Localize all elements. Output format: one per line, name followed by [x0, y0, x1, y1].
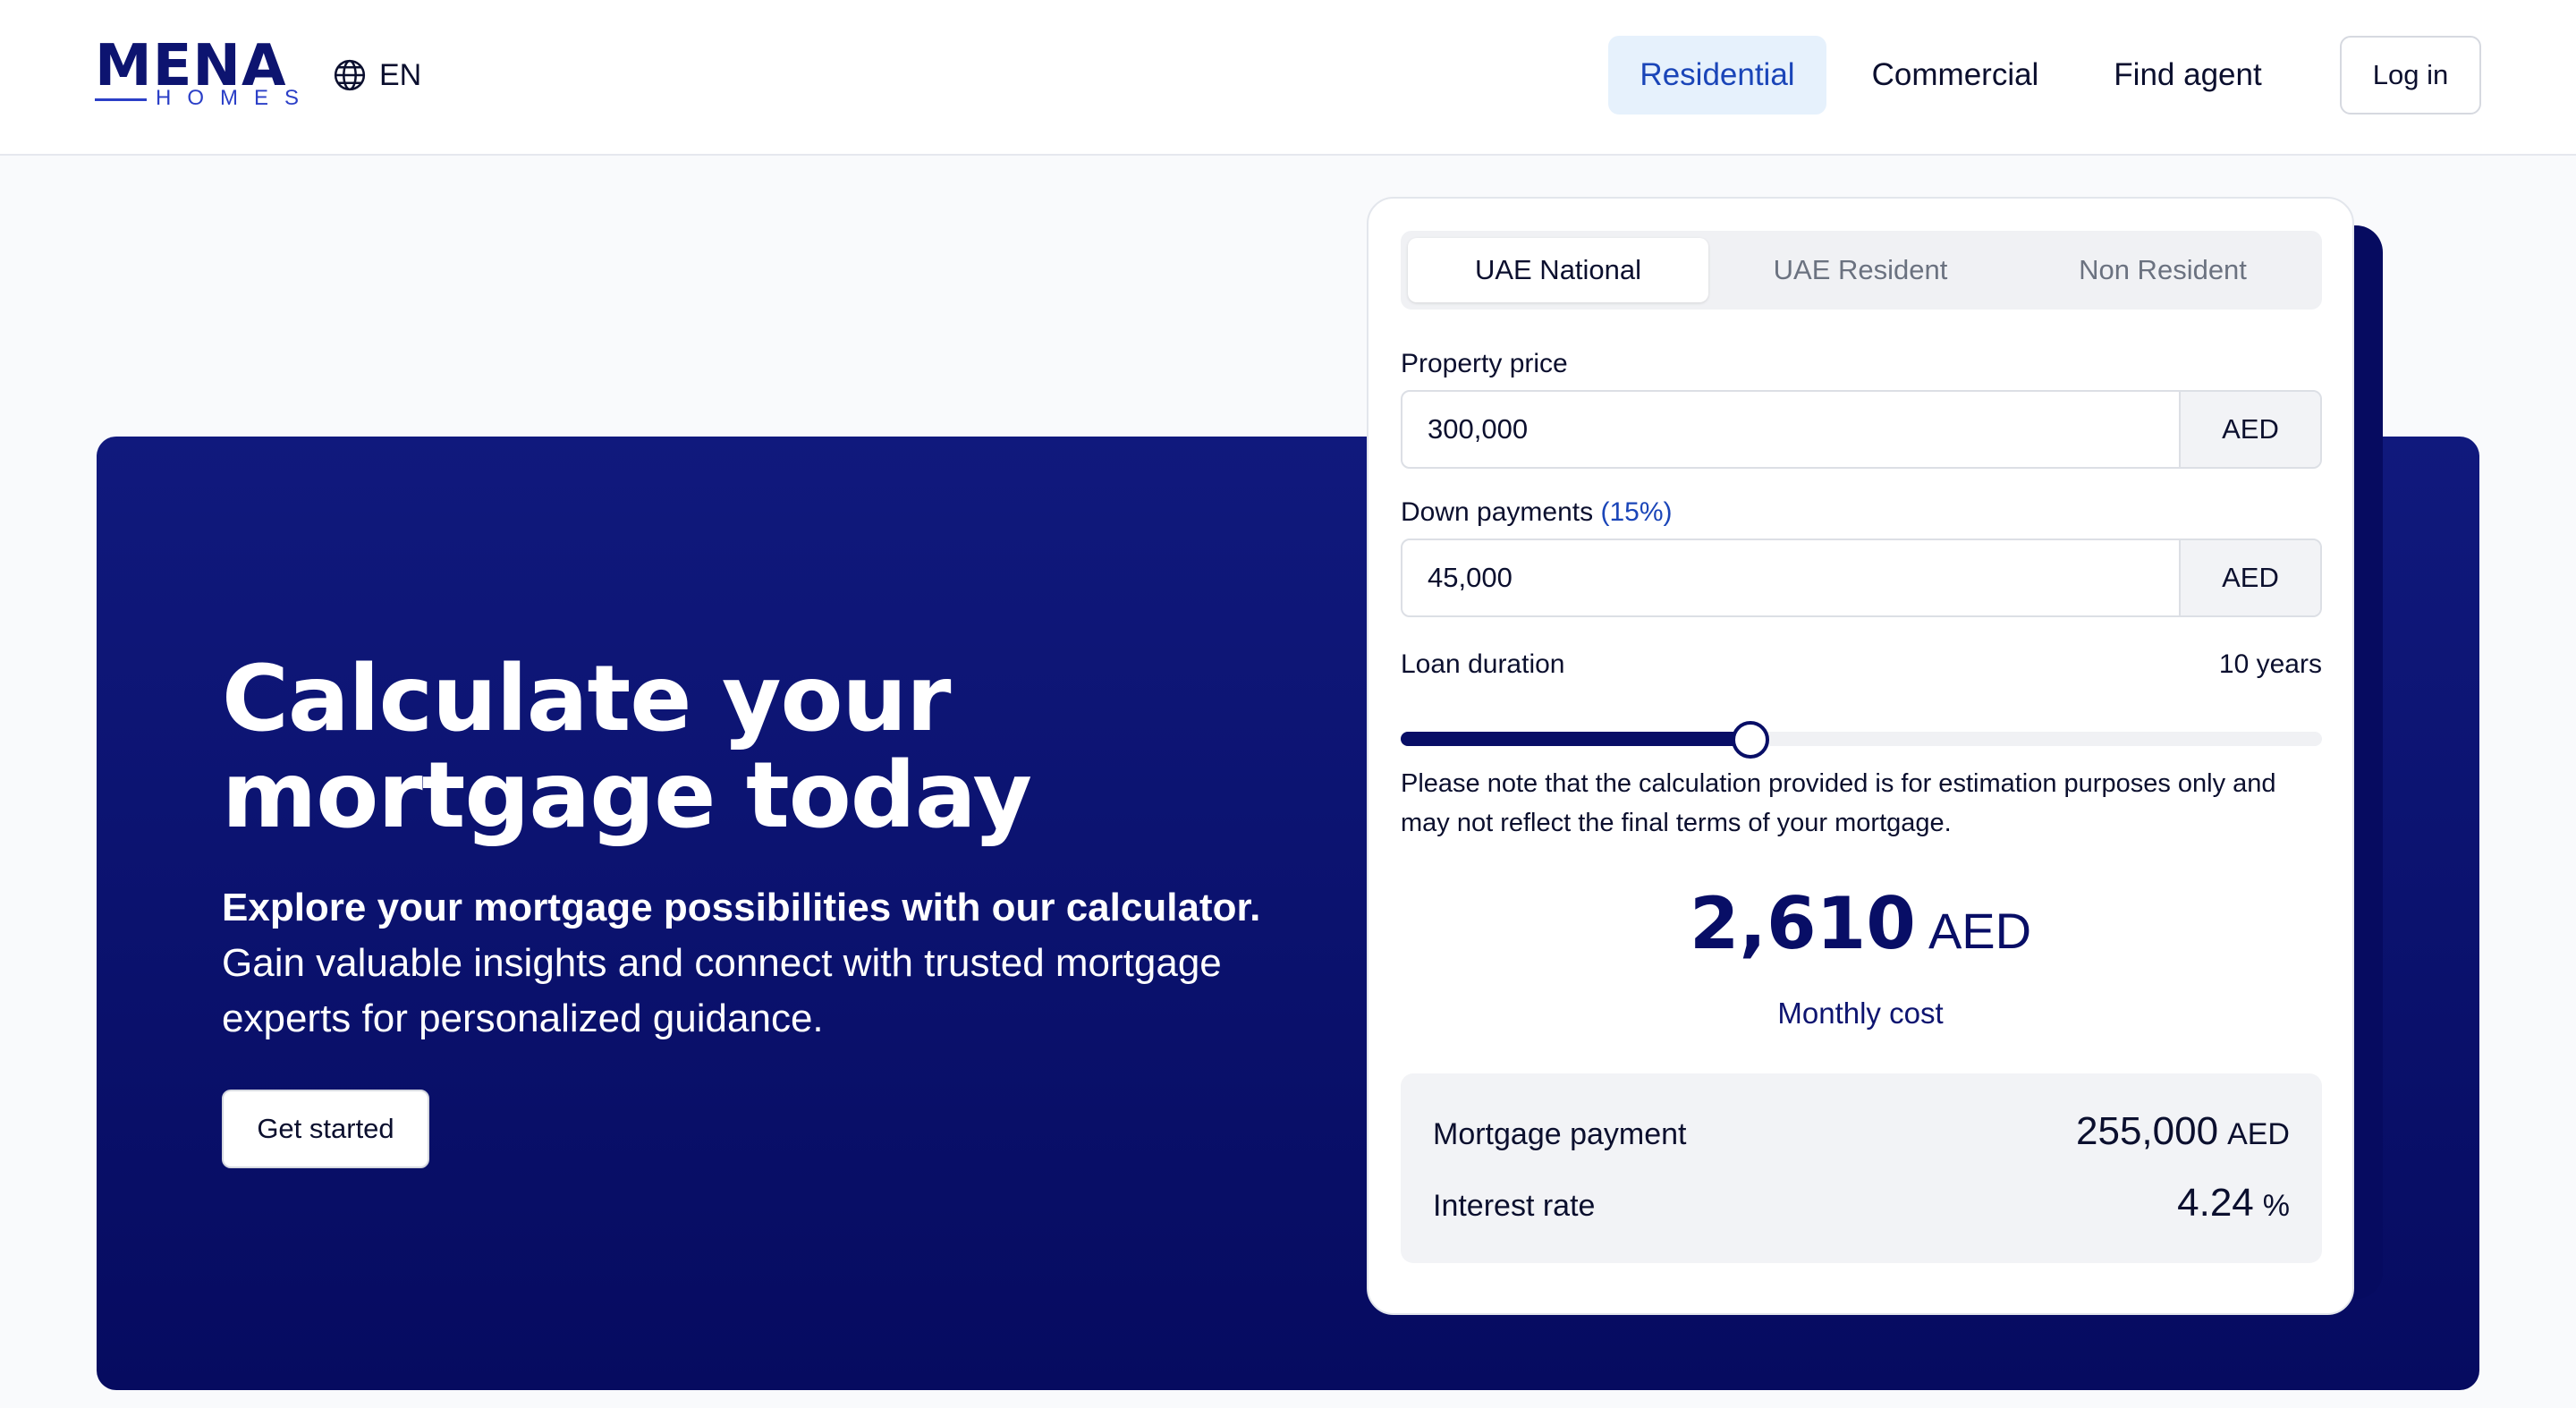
property-price-field[interactable]: 300,000 AED — [1401, 390, 2322, 469]
down-payment-percent: (15%) — [1600, 497, 1673, 527]
logo-subtext: HOMES — [156, 86, 316, 110]
hero-title-line-2: mortgage today — [222, 742, 1032, 849]
mortgage-payment-value: 255,000 — [2076, 1109, 2219, 1153]
monthly-cost-currency: AED — [1928, 903, 2032, 959]
interest-rate-amount: 4.24% — [2177, 1181, 2290, 1226]
nav-commercial[interactable]: Commercial — [1848, 36, 2063, 115]
nav-find-agent[interactable]: Find agent — [2088, 36, 2288, 115]
monthly-cost-value: 2,610 — [1689, 882, 1916, 965]
hero-title: Calculate your mortgage today — [222, 651, 1385, 844]
slider-fill — [1401, 732, 1751, 746]
down-payment-currency: AED — [2179, 540, 2320, 615]
language-label: EN — [379, 57, 422, 92]
loan-duration-slider[interactable] — [1401, 721, 2322, 759]
hero-subtitle-text: Gain valuable insights and connect with … — [222, 941, 1222, 1040]
down-payment-field[interactable]: 45,000 AED — [1401, 539, 2322, 617]
interest-rate-value: 4.24 — [2177, 1181, 2254, 1225]
interest-rate-unit: % — [2262, 1189, 2290, 1223]
monthly-cost-label: Monthly cost — [1777, 997, 1944, 1030]
property-price-label: Property price — [1401, 349, 1568, 378]
mortgage-payment-label: Mortgage payment — [1433, 1117, 1687, 1151]
monthly-cost-amount: 2,610 AED — [1368, 882, 2352, 965]
site-header: MENA HOMES EN Residential Commercial Fin… — [0, 0, 2576, 156]
loan-duration-label: Loan duration — [1401, 649, 1565, 679]
loan-duration-row: Loan duration 10 years — [1401, 649, 2322, 685]
mortgage-payment-row: Mortgage payment 255,000 AED — [1433, 1109, 2290, 1159]
get-started-button[interactable]: Get started — [222, 1090, 429, 1168]
mena-homes-logo[interactable]: MENA HOMES — [95, 38, 299, 109]
login-button[interactable]: Log in — [2340, 36, 2481, 115]
slider-thumb[interactable] — [1732, 721, 1770, 759]
nav-residential[interactable]: Residential — [1608, 36, 1826, 115]
mortgage-payment-amount: 255,000 AED — [2076, 1109, 2290, 1154]
globe-icon — [334, 59, 366, 91]
down-payment-label-text: Down payments — [1401, 497, 1594, 527]
logo-rule — [95, 98, 147, 101]
property-price-input[interactable]: 300,000 — [1428, 392, 1528, 467]
interest-rate-row: Interest rate 4.24% — [1433, 1181, 2290, 1231]
estimation-disclaimer: Please note that the calculation provide… — [1401, 769, 2276, 837]
tab-uae-national[interactable]: UAE National — [1408, 238, 1708, 302]
hero-subtitle: Explore your mortgage possibilities with… — [222, 880, 1331, 1047]
down-payment-input[interactable]: 45,000 — [1428, 540, 1513, 615]
mortgage-payment-currency: AED — [2227, 1117, 2290, 1151]
hero-title-line-1: Calculate your — [222, 646, 951, 752]
residency-tabs: UAE National UAE Resident Non Resident — [1401, 231, 2322, 310]
mortgage-summary: Mortgage payment 255,000 AED Interest rat… — [1401, 1073, 2322, 1263]
down-payment-label: Down payments (15%) — [1401, 497, 1672, 528]
loan-duration-value: 10 years — [2218, 649, 2322, 679]
hero-subtitle-bold: Explore your mortgage possibilities with… — [222, 886, 1261, 929]
interest-rate-label: Interest rate — [1433, 1189, 1596, 1223]
property-price-currency: AED — [2179, 392, 2320, 467]
tab-non-resident[interactable]: Non Resident — [2012, 238, 2313, 302]
tab-uae-resident[interactable]: UAE Resident — [1710, 238, 2011, 302]
language-selector[interactable]: EN — [333, 57, 421, 93]
mortgage-calculator-card: UAE National UAE Resident Non Resident P… — [1367, 197, 2354, 1315]
